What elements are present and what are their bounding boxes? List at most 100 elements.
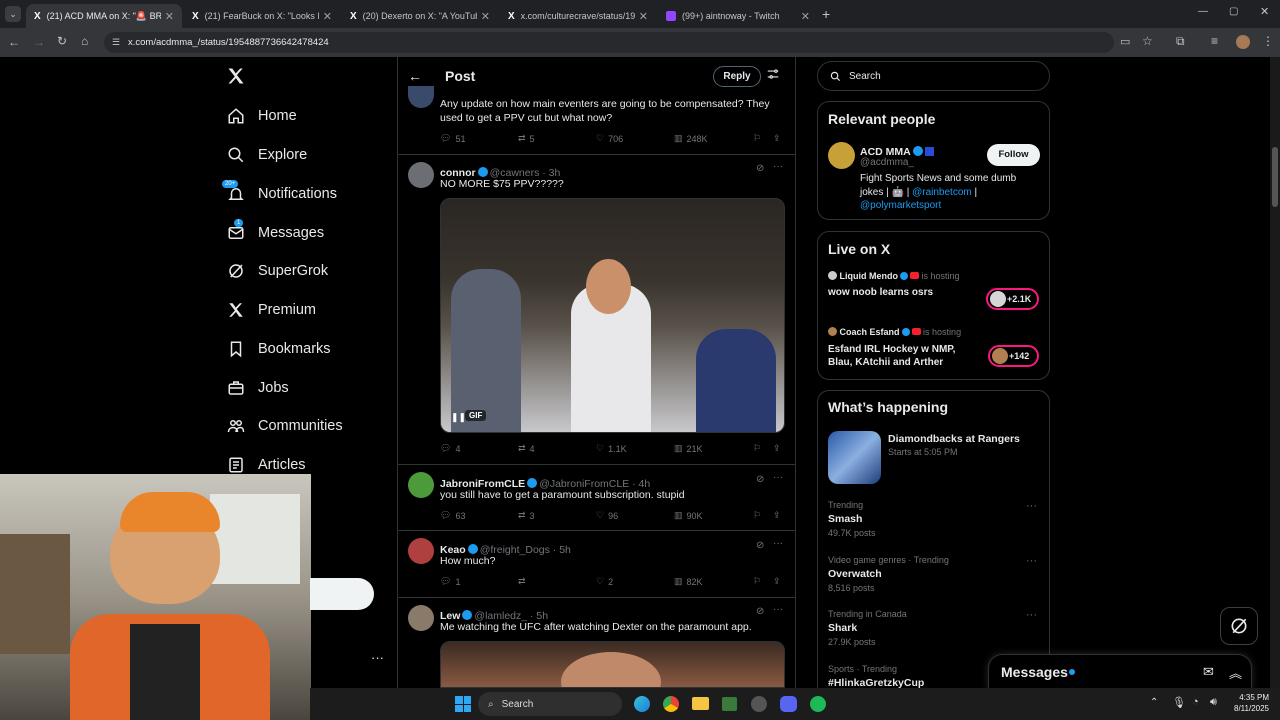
filter-icon[interactable] [766, 66, 780, 82]
close-tab-icon[interactable]: ✕ [165, 10, 174, 23]
discord-icon[interactable] [780, 696, 797, 712]
share-action[interactable]: ⇪ [773, 133, 781, 144]
minimize-window-button[interactable]: — [1198, 6, 1208, 17]
new-message-icon[interactable]: ✉ [1203, 664, 1214, 680]
reload-icon[interactable]: ↻ [57, 34, 67, 48]
listener-count[interactable]: +142 [988, 345, 1039, 367]
avatar[interactable] [408, 605, 434, 631]
close-tab-icon[interactable]: ✕ [481, 10, 490, 23]
tab-dexerto[interactable]: X (20) Dexerto on X: "A YouTube ✕ [342, 4, 498, 28]
reading-list-icon[interactable]: ≡ [1211, 34, 1218, 48]
scrollbar[interactable] [1270, 57, 1280, 688]
live-item[interactable]: Liquid Mendo is hosting wow noob learns … [828, 271, 1040, 315]
profile-avatar[interactable] [1236, 35, 1250, 49]
event-title[interactable]: Diamondbacks at Rangers [888, 433, 1020, 445]
more-icon[interactable]: ··· [1026, 500, 1037, 512]
follow-button[interactable]: Follow [987, 144, 1040, 166]
edge-icon[interactable] [634, 696, 650, 712]
nav-communities[interactable]: Communities [226, 411, 343, 441]
trend-item[interactable]: Trending in Canada Shark 27.9K posts [828, 609, 907, 647]
grok-icon[interactable]: ⊘ [756, 606, 764, 617]
browser-menu-icon[interactable]: ⋮ [1262, 34, 1274, 48]
nav-premium[interactable]: Premium [226, 295, 316, 325]
home-icon[interactable]: ⌂ [81, 34, 88, 48]
grok-icon[interactable]: ⊘ [756, 163, 764, 174]
wifi-icon[interactable]: ◔ [1192, 696, 1199, 708]
address-bar[interactable]: ☰ x.com/acdmma_/status/19548877366424784… [104, 32, 1114, 53]
volume-icon[interactable]: 🔊︎ [1210, 696, 1217, 709]
site-info-icon[interactable]: ☰ [112, 37, 120, 48]
views-action[interactable]: ▥ 90K [674, 510, 703, 521]
avatar[interactable] [408, 162, 434, 188]
live-item[interactable]: Coach Esfand is hosting Esfand IRL Hocke… [828, 327, 1040, 371]
reply-action[interactable]: 💬︎ 63 [440, 510, 465, 521]
bookmark-action[interactable]: ⚐ [753, 576, 761, 587]
forward-icon[interactable]: → [33, 35, 45, 49]
microphone-icon[interactable]: 🎙︎ [1172, 696, 1186, 709]
reply-action[interactable]: 💬︎ 4 [440, 443, 460, 454]
maximize-window-button[interactable]: ▢ [1229, 6, 1238, 17]
repost-action[interactable]: ⇄ 4 [518, 443, 535, 454]
tray-overflow-icon[interactable]: ⌃ [1150, 697, 1158, 708]
bookmark-action[interactable]: ⚐ [753, 510, 761, 521]
start-icon[interactable] [455, 696, 471, 712]
back-arrow-icon[interactable]: ← [408, 68, 422, 84]
repost-action[interactable]: ⇄ 3 [518, 510, 535, 521]
avatar[interactable] [408, 472, 434, 498]
trend-item[interactable]: Trending Smash 49.7K posts [828, 500, 876, 538]
tab-culturecrave[interactable]: X x.com/culturecrave/status/1954 ✕ [500, 4, 656, 28]
extensions-icon[interactable]: ⧉ [1176, 34, 1185, 49]
views-action[interactable]: ▥ 82K [674, 576, 703, 587]
clock[interactable]: 4:35 PM 8/11/2025 [1227, 692, 1269, 714]
tweet-gif[interactable]: ❚❚ GIF [440, 198, 785, 433]
share-action[interactable]: ⇪ [773, 443, 781, 454]
close-tab-icon[interactable]: ✕ [801, 10, 810, 23]
tab-fearbuck[interactable]: X (21) FearBuck on X: "Looks like ✕ [184, 4, 340, 28]
like-action[interactable]: ♡ 96 [596, 510, 618, 521]
more-icon[interactable]: ··· [1026, 555, 1037, 567]
event-image[interactable] [828, 431, 881, 484]
nav-explore[interactable]: Explore [226, 140, 307, 170]
like-action[interactable]: ♡ 2 [596, 576, 613, 587]
expand-drawer-icon[interactable]: ︽ [1229, 663, 1242, 682]
search-input[interactable]: Search [817, 61, 1050, 91]
nav-messages[interactable]: 1 Messages [226, 218, 324, 248]
scrollbar-thumb[interactable] [1272, 147, 1278, 207]
trend-item[interactable]: Sports · Trending #HlinkaGretzkyCup [828, 664, 924, 689]
nav-bookmarks[interactable]: Bookmarks [226, 334, 331, 364]
listener-count[interactable]: +2.1K [986, 288, 1039, 310]
nav-home[interactable]: Home [226, 101, 297, 131]
grok-button[interactable] [1220, 607, 1258, 645]
avatar[interactable] [408, 538, 434, 564]
bookmark-action[interactable]: ⚐ [753, 133, 761, 144]
close-tab-icon[interactable]: ✕ [323, 10, 332, 23]
nav-supergrok[interactable]: SuperGrok [226, 256, 328, 286]
file-explorer-icon[interactable] [692, 697, 709, 710]
share-action[interactable]: ⇪ [773, 576, 781, 587]
messages-drawer[interactable]: Messages ✉ ︽ [988, 654, 1252, 690]
trend-item[interactable]: Video game genres · Trending Overwatch 8… [828, 555, 949, 593]
tab-acd-mma[interactable]: X (21) ACD MMA on X: "🚨 BREA ✕ [26, 4, 182, 28]
app-icon[interactable] [751, 696, 767, 712]
more-icon[interactable]: ··· [773, 604, 783, 615]
tab-twitch[interactable]: (99+) aintnoway - Twitch ✕ [658, 4, 818, 28]
more-icon[interactable]: ··· [773, 472, 783, 483]
repost-action[interactable]: ⇄ [518, 576, 526, 587]
more-icon[interactable]: ··· [773, 161, 783, 172]
pause-icon[interactable]: ❚❚ [451, 412, 466, 423]
taskbar-search[interactable]: ⌕ Search [478, 692, 622, 716]
terminal-icon[interactable] [722, 697, 737, 711]
repost-action[interactable]: ⇄ 5 [518, 133, 535, 144]
close-tab-icon[interactable]: ✕ [639, 10, 648, 23]
nav-notifications[interactable]: 20+ Notifications [222, 179, 337, 209]
like-action[interactable]: ♡ 1.1K [596, 443, 627, 454]
more-icon[interactable]: ··· [773, 538, 783, 549]
reply-button[interactable]: Reply [713, 66, 761, 87]
cast-icon[interactable]: ▭ [1120, 35, 1130, 48]
bio-link[interactable]: @rainbetcom [912, 187, 972, 198]
back-icon[interactable]: ← [8, 35, 20, 49]
bookmark-action[interactable]: ⚐ [753, 443, 761, 454]
new-tab-button[interactable]: + [822, 6, 830, 22]
spotify-icon[interactable] [810, 696, 826, 712]
close-window-button[interactable]: ✕ [1260, 5, 1269, 18]
